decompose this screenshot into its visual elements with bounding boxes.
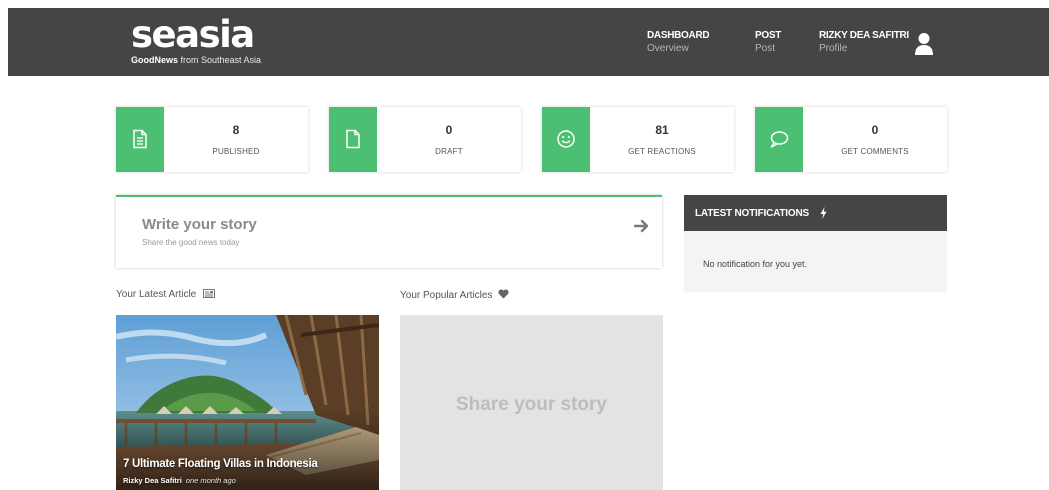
nav-profile-name: RIZKY DEA SAFITRI [819, 30, 909, 41]
write-story-title: Write your story [142, 216, 257, 233]
latest-article-card[interactable]: 7 Ultimate Floating Villas in Indonesia … [116, 315, 379, 490]
nav-dashboard-sub: Overview [647, 43, 689, 54]
stat-label: GET COMMENTS [841, 147, 909, 156]
stat-value: 8 [232, 123, 240, 137]
stat-value: 0 [871, 123, 879, 137]
write-story-subtitle: Share the good news today [142, 238, 240, 247]
stat-card-published[interactable]: 8 PUBLISHED [116, 107, 308, 172]
nav-profile-sub: Profile [819, 43, 848, 54]
site-logo[interactable]: seasia GoodNews from Southeast Asia [131, 13, 262, 65]
speech-bubble-icon [770, 131, 789, 148]
top-header: seasia GoodNews from Southeast Asia DASH… [8, 8, 1049, 76]
article-time: one month ago [185, 476, 236, 485]
stat-label: DRAFT [435, 147, 463, 156]
notifications-title: LATEST NOTIFICATIONS [695, 208, 809, 219]
smiley-icon [557, 130, 575, 148]
document-icon [133, 129, 147, 149]
nav-dashboard-title: DASHBOARD [647, 30, 710, 41]
lightning-icon [820, 207, 827, 219]
article-author[interactable]: Rizky Dea Safitri [123, 476, 182, 485]
stat-card-draft[interactable]: 0 DRAFT [329, 107, 521, 172]
stat-label: GET REACTIONS [628, 147, 696, 156]
notifications-empty-text: No notification for you yet. [703, 259, 808, 269]
popular-articles-placeholder[interactable]: Share your story [400, 315, 663, 490]
nav-post-sub: Post [755, 43, 776, 54]
user-avatar-icon[interactable] [914, 32, 934, 56]
article-title[interactable]: 7 Ultimate Floating Villas in Indonesia [123, 458, 318, 470]
heart-icon [498, 289, 509, 299]
write-story-box[interactable]: Write your story Share the good news tod… [116, 195, 662, 268]
nav-dashboard[interactable]: DASHBOARD Overview [647, 30, 710, 54]
logo-tagline: GoodNews from Southeast Asia [131, 55, 262, 65]
nav-post-title: POST [755, 30, 782, 41]
newspaper-icon [203, 289, 216, 298]
share-story-text: Share your story [456, 394, 607, 415]
stat-value: 81 [655, 123, 669, 137]
popular-articles-heading: Your Popular Articles [400, 289, 509, 301]
stat-card-reactions[interactable]: 81 GET REACTIONS [542, 107, 734, 172]
stat-value: 0 [445, 123, 453, 137]
notifications-header: LATEST NOTIFICATIONS [684, 195, 947, 231]
notifications-panel: No notification for you yet. [684, 231, 947, 292]
stat-card-comments[interactable]: 0 GET COMMENTS [755, 107, 947, 172]
arrow-right-icon[interactable] [634, 218, 650, 234]
dashboard-page: seasia GoodNews from Southeast Asia DASH… [8, 8, 1049, 490]
nav-profile[interactable]: RIZKY DEA SAFITRI Profile [819, 30, 909, 54]
logo-wordmark: seasia [131, 13, 255, 56]
nav-post[interactable]: POST Post [755, 30, 781, 54]
stat-label: PUBLISHED [212, 147, 260, 156]
latest-article-heading: Your Latest Article [116, 289, 216, 300]
article-meta: Rizky Dea Safitri one month ago [123, 476, 236, 485]
file-icon [346, 129, 360, 149]
